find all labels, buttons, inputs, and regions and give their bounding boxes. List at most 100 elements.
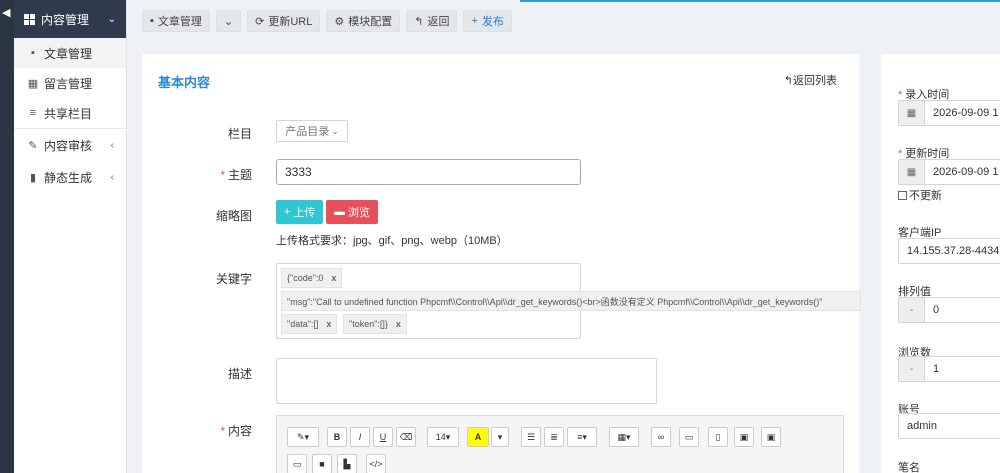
- title-input[interactable]: 3333: [276, 159, 581, 185]
- folder-icon: ▬: [334, 206, 345, 218]
- keyword-tag: {"code":0 x: [281, 268, 343, 288]
- sidebar-item-label: 静态生成: [44, 170, 93, 185]
- publish-button[interactable]: + 发布: [463, 10, 512, 32]
- sidebar: 内容管理 ⌄ ▪ 文章管理 ▦ 留言管理 ≡ 共享栏目 ✎ 内容审核 ‹ ▮ 静…: [14, 0, 127, 473]
- chevron-left-icon: ‹: [110, 139, 114, 151]
- gear-icon: ⚙: [334, 15, 345, 28]
- module-config-label: 模块配置: [348, 16, 393, 28]
- entry-time-value: 2026-09-09 1: [933, 107, 999, 119]
- account-value: admin: [907, 420, 937, 432]
- chevron-down-icon: ⌄: [331, 125, 339, 136]
- keyword-tag-text: {"code":0: [287, 273, 324, 283]
- column-select[interactable]: 产品目录 ⌄: [276, 120, 348, 142]
- plus-icon: +: [284, 206, 291, 218]
- sidebar-item-label: 留言管理: [44, 76, 93, 91]
- collapsed-sidebar-strip: ◀: [0, 0, 14, 473]
- remove-tag-icon[interactable]: x: [326, 319, 331, 329]
- style-dropdown-button[interactable]: ✎▾: [287, 427, 319, 447]
- refresh-icon: ⟳: [255, 15, 265, 28]
- align-dropdown-button[interactable]: ≡▾: [567, 427, 597, 447]
- update-time-value: 2026-09-09 1: [933, 166, 999, 178]
- image-button[interactable]: ▣: [734, 427, 754, 447]
- bold-button[interactable]: B: [327, 427, 347, 447]
- underline-button[interactable]: U: [373, 427, 393, 447]
- thumbnail-label: 缩略图: [215, 209, 252, 223]
- sidebar-item-shared-columns[interactable]: ≡ 共享栏目: [14, 98, 126, 128]
- module-config-button[interactable]: ⚙ 模块配置: [326, 10, 401, 32]
- browse-button[interactable]: ▬ 浏览: [326, 200, 378, 224]
- required-mark: *: [220, 168, 225, 182]
- back-button[interactable]: ↰ 返回: [406, 10, 458, 32]
- sidebar-item-messages[interactable]: ▦ 留言管理: [14, 68, 126, 98]
- update-time-input[interactable]: ▦ 2026-09-09 1: [898, 159, 1000, 185]
- upload-label: 上传: [293, 207, 316, 219]
- account-input[interactable]: admin: [898, 413, 1000, 439]
- views-stepper[interactable]: - 1: [898, 356, 1000, 382]
- eraser-button[interactable]: ⌫: [396, 427, 416, 447]
- order-stepper[interactable]: - 0: [898, 297, 1000, 323]
- media-button[interactable]: ▙: [337, 454, 357, 473]
- link-button[interactable]: ∞: [651, 427, 671, 447]
- file-icon: ▮: [29, 171, 37, 184]
- content-label-text: 内容: [227, 424, 252, 438]
- entry-time-input[interactable]: ▦ 2026-09-09 1: [898, 100, 1000, 126]
- back-to-list-link[interactable]: ↰返回列表: [784, 72, 837, 88]
- text-color-button[interactable]: A: [467, 427, 489, 447]
- upload-button[interactable]: + 上传: [276, 200, 324, 224]
- keywords-input[interactable]: {"code":0 x "msg":"Call to undefined func…: [276, 263, 861, 339]
- sidebar-header[interactable]: 内容管理 ⌄: [14, 0, 126, 38]
- font-size-select[interactable]: 14 ▾: [427, 427, 459, 447]
- top-accent-bar: [520, 0, 1000, 2]
- client-ip-value: 14.155.37.28-44345: [907, 245, 1000, 257]
- column-select-value: 产品目录: [285, 126, 330, 138]
- views-value: 1: [933, 363, 940, 375]
- italic-button[interactable]: I: [350, 427, 370, 447]
- publish-label: 发布: [481, 16, 504, 28]
- no-update-checkbox[interactable]: 不更新: [898, 187, 942, 203]
- pen-name-label: 笔名: [898, 462, 920, 473]
- chevron-left-icon: ‹: [110, 171, 114, 183]
- sidebar-item-static-gen[interactable]: ▮ 静态生成 ‹: [14, 161, 126, 193]
- article-manage-button[interactable]: ▪ 文章管理: [142, 10, 210, 32]
- decrement-button[interactable]: -: [899, 357, 925, 381]
- video-button[interactable]: ▭: [287, 454, 307, 473]
- article-manage-label: 文章管理: [157, 16, 202, 28]
- camera-button[interactable]: ■: [312, 454, 332, 473]
- numbered-list-button[interactable]: ≣: [544, 427, 564, 447]
- update-url-label: 更新URL: [268, 16, 313, 28]
- file-button[interactable]: ▯: [708, 427, 728, 447]
- content-label: * 内容: [142, 422, 252, 439]
- edit-icon: ✎: [28, 139, 38, 152]
- folder-button[interactable]: ▭: [679, 427, 699, 447]
- browse-label: 浏览: [348, 207, 370, 219]
- table-dropdown-button[interactable]: ▦▾: [609, 427, 639, 447]
- calendar-icon[interactable]: ▦: [899, 160, 925, 184]
- table-icon: ▦: [27, 77, 39, 90]
- color-dropdown-button[interactable]: ▾: [491, 427, 509, 447]
- decrement-button[interactable]: -: [899, 298, 925, 322]
- remove-tag-icon[interactable]: x: [331, 273, 336, 283]
- basic-content-card: 基本内容 ↰返回列表 栏目 产品目录 ⌄ * 主题 3333 缩略图 + 上传 ▬ 浏…: [142, 54, 861, 473]
- plus-icon: +: [471, 15, 478, 27]
- remove-tag-icon[interactable]: x: [396, 319, 401, 329]
- dropdown-toggle-button[interactable]: ⌄: [215, 10, 242, 32]
- description-textarea[interactable]: [276, 358, 657, 404]
- update-url-button[interactable]: ⟳ 更新URL: [247, 10, 321, 32]
- checkbox-box[interactable]: [898, 190, 907, 200]
- expand-arrow-icon[interactable]: ◀: [2, 6, 10, 19]
- sidebar-item-label: 文章管理: [44, 46, 93, 61]
- title-label-text: 主题: [227, 168, 252, 182]
- sidebar-item-content-review[interactable]: ✎ 内容审核 ‹: [14, 129, 126, 161]
- keyword-tag: "msg":"Call to undefined function Phpcmf…: [281, 291, 861, 311]
- grid-icon: [24, 13, 35, 25]
- gallery-button[interactable]: ▣: [761, 427, 781, 447]
- client-ip-input[interactable]: 14.155.37.28-44345: [898, 238, 1000, 264]
- right-panel: * 录入时间 ▦ 2026-09-09 1 * 更新时间 ▦ 2026-09-09 …: [881, 54, 1000, 473]
- keywords-label: 关键字: [215, 272, 252, 286]
- toolbar: ▪ 文章管理 ⌄ ⟳ 更新URL ⚙ 模块配置 ↰ 返回 + 发布: [142, 10, 512, 34]
- calendar-icon[interactable]: ▦: [899, 101, 925, 125]
- upload-format-note: 上传格式要求：jpg、gif、png、webp（10MB）: [276, 235, 508, 247]
- code-view-button[interactable]: </>: [366, 454, 386, 473]
- sidebar-item-articles[interactable]: ▪ 文章管理: [14, 38, 126, 68]
- bullet-list-button[interactable]: ☰: [521, 427, 541, 447]
